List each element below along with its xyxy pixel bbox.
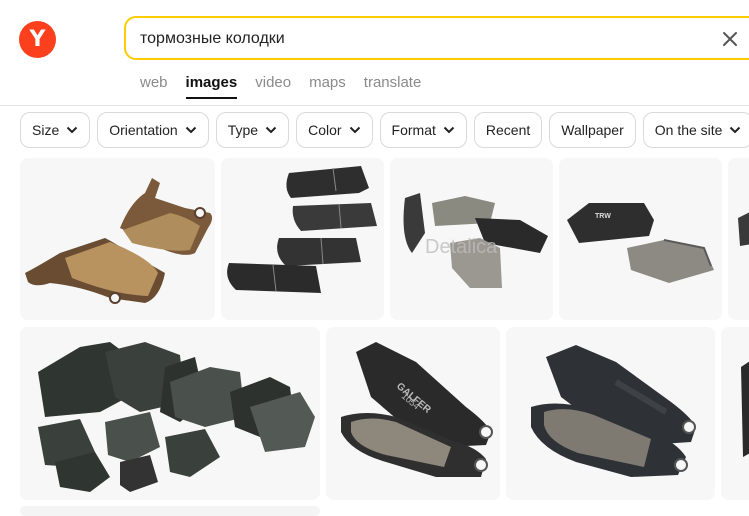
filter-type[interactable]: Type [215,112,290,148]
image-result-bicycle-pads[interactable] [20,158,215,320]
filter-on-the-site[interactable]: On the site [642,112,749,148]
filter-label: Wallpaper [561,122,624,138]
chevron-down-icon [185,126,196,134]
image-result-moto-pads[interactable] [506,327,715,500]
search-box[interactable] [124,16,749,60]
brake-pad-image [20,158,215,320]
filter-bar: Size Orientation Type Color Format Recen… [20,112,749,148]
filter-label: Color [308,122,342,138]
pad-brand-text: TRW [595,213,611,220]
close-icon[interactable] [720,29,740,49]
tab-maps[interactable]: maps [309,74,346,99]
chevron-down-icon [730,126,741,134]
filter-orientation[interactable]: Orientation [97,112,209,148]
filter-label: Format [391,122,436,138]
brake-pad-image: TRW [559,158,722,320]
brake-pad-image [506,327,715,500]
filter-label: Orientation [109,122,178,138]
filter-label: Recent [485,122,531,138]
filter-recent[interactable]: Recent [473,112,543,148]
yandex-logo[interactable]: Y [19,21,56,58]
image-result-trw-pads[interactable]: TRW [559,158,722,320]
brake-pad-image [20,327,320,500]
filter-wallpaper[interactable]: Wallpaper [549,112,636,148]
image-result-detalica-pads[interactable]: Detalica [390,158,553,320]
tab-images[interactable]: images [185,74,238,99]
filter-label: Size [32,122,60,138]
image-result-partial-2[interactable] [721,327,749,500]
chevron-down-icon [67,126,78,134]
brake-pad-image [221,158,384,320]
watermark-text: Detalica [425,236,498,258]
filter-color[interactable]: Color [296,112,373,148]
search-input[interactable] [140,27,700,51]
tab-translate[interactable]: translate [364,74,422,99]
brake-pad-image [728,158,749,320]
brake-pad-image: GALFER 1054 [326,327,500,500]
filter-label: On the site [654,122,723,138]
chevron-down-icon [265,126,277,134]
header-divider [0,105,749,106]
brake-pad-image: Detalica [390,158,553,320]
chevron-down-icon [349,126,360,134]
filter-label: Type [227,122,259,138]
search-tabs: web images video maps translate [140,74,421,99]
tab-web[interactable]: web [140,74,168,99]
filter-size[interactable]: Size [20,112,91,148]
image-result-galfer-pads[interactable]: GALFER 1054 [326,327,500,500]
brake-pad-image [721,327,749,500]
filter-format[interactable]: Format [379,112,467,148]
image-result-truck-pads[interactable] [20,327,320,500]
chevron-down-icon [443,126,455,134]
image-result-disc-pads-set[interactable] [221,158,384,320]
logo-letter: Y [29,26,46,52]
image-result-partial-1[interactable] [728,158,749,320]
tab-video[interactable]: video [255,74,291,99]
